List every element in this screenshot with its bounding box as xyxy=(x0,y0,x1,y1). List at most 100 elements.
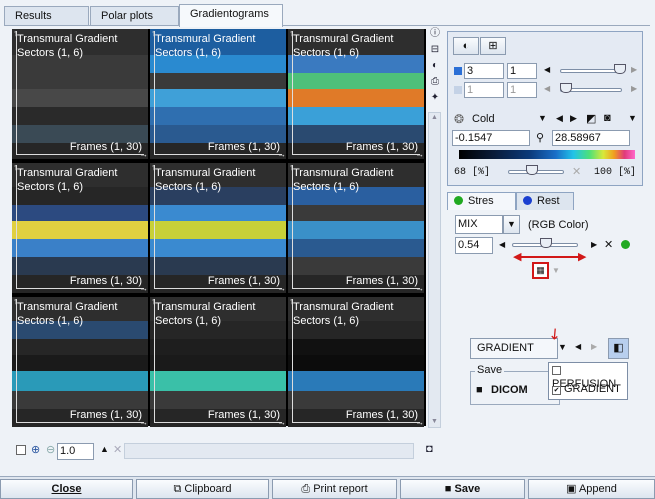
image-toolbar: ⊕ ⊖ 1.0 ▲ ✕ ◘ xyxy=(12,442,442,460)
colormap-prev-icon[interactable]: ◀ xyxy=(556,113,563,124)
tab-results-table[interactable]: Results table xyxy=(4,6,89,40)
gradientogram-cell[interactable]: ↑ → Transmural Gradient Sectors (1, 6) Fram… xyxy=(12,29,148,159)
close-button[interactable]: Close xyxy=(0,479,133,499)
camera-icon[interactable]: ◘ xyxy=(426,443,433,455)
clipboard-icon: ⧉ xyxy=(173,483,185,495)
colormap-label[interactable]: Cold xyxy=(472,113,495,125)
menu-item-gradient[interactable]: ✔ GRADIENT xyxy=(552,383,621,395)
gradient-checkbox[interactable]: ✔ xyxy=(552,386,561,395)
save-button[interactable]: ■ Save xyxy=(400,479,525,499)
tab-polar-plots[interactable]: Polar plots xyxy=(90,6,179,25)
zoom-field[interactable]: 1.0 xyxy=(57,443,94,460)
action-bar: Close ⧉ Clipboard ⎙ Print report ■ Save … xyxy=(0,476,655,499)
opacity-field[interactable]: 0.54 xyxy=(455,237,493,254)
lock-icon[interactable]: ⚲ xyxy=(536,131,544,144)
row1-slider[interactable] xyxy=(560,69,622,73)
perfusion-checkbox[interactable] xyxy=(552,366,561,375)
scroll-up-icon[interactable]: ▲ xyxy=(430,114,439,122)
contrast-icon[interactable]: ◐ xyxy=(429,60,441,72)
row1-slider-thumb[interactable] xyxy=(614,64,626,74)
clipboard-button[interactable]: ⧉ Clipboard xyxy=(136,479,269,499)
gradientogram-cell[interactable]: ↑ → Transmural Gradient Sectors (1, 6) Fram… xyxy=(288,29,424,159)
append-button[interactable]: ▣ Append xyxy=(528,479,655,499)
gradientogram-cell[interactable]: ↑ → Transmural Gradient Sectors (1, 6) Fram… xyxy=(12,163,148,293)
printer-icon: ⎙ xyxy=(301,483,314,495)
reset-opacity-icon[interactable]: ✕ xyxy=(604,238,613,251)
tab-rest[interactable]: Rest xyxy=(516,192,574,210)
min-value-field[interactable]: -0.1547 xyxy=(452,130,530,146)
camera-settings-icon[interactable]: ◙ xyxy=(604,112,611,124)
reset-icon[interactable]: ✕ xyxy=(572,165,581,178)
row2-right-arrow-icon[interactable]: ▶ xyxy=(631,84,637,93)
row2-slider-thumb[interactable] xyxy=(560,83,572,93)
invert-icon[interactable]: ◩ xyxy=(586,112,596,125)
stress-label: Stres xyxy=(468,195,494,207)
output-prev-icon[interactable]: ◀ xyxy=(575,342,581,351)
select-checkbox[interactable] xyxy=(16,445,26,455)
contrast-tab-icon[interactable]: ◐ xyxy=(453,37,479,55)
pin-icon[interactable]: ✦ xyxy=(429,92,441,104)
gradient-band xyxy=(150,107,286,125)
print-report-button[interactable]: ⎙ Print report xyxy=(272,479,397,499)
output-config-icon[interactable]: ◧ xyxy=(608,338,629,359)
cell-frames-label: Frames (1, 30) xyxy=(207,275,280,287)
row1-right-arrow-icon[interactable]: ▶ xyxy=(631,65,637,74)
color-mode-select[interactable]: MIX xyxy=(455,215,503,234)
cell-frames-label: Frames (1, 30) xyxy=(345,275,418,287)
row2-field-a[interactable]: 1 xyxy=(464,82,504,98)
cell-frames-label: Frames (1, 30) xyxy=(345,141,418,153)
gradientogram-cell[interactable]: ↑ → Transmural Gradient Sectors (1, 6) Fram… xyxy=(150,29,286,159)
tab-stress[interactable]: Stres xyxy=(447,192,516,210)
row1-field-b[interactable]: 1 xyxy=(507,63,537,79)
output-type-select[interactable]: GRADIENT xyxy=(470,338,558,359)
output-next-icon[interactable]: ▶ xyxy=(591,342,597,351)
save-group: Save ■ DICOM xyxy=(470,364,560,405)
disk-icon: ■ xyxy=(476,384,483,396)
zoom-in-icon[interactable]: ⊕ xyxy=(31,443,40,456)
color-mode-dropdown-icon[interactable]: ▼ xyxy=(503,215,520,234)
blend-dropdown-icon[interactable]: ▼ xyxy=(552,266,560,275)
rest-label: Rest xyxy=(537,195,560,207)
gradient-band xyxy=(150,221,286,239)
upper-percent: 100 [%] xyxy=(594,167,637,178)
row2-left-arrow-icon[interactable]: ◀ xyxy=(544,84,550,93)
opacity-left-icon[interactable]: ◀ xyxy=(499,240,505,249)
x-axis xyxy=(154,154,282,155)
tab-gradientograms[interactable]: Gradientograms xyxy=(179,4,283,27)
cell-title: Transmural Gradient Sectors (1, 6) xyxy=(293,167,394,193)
horizontal-scrollbar[interactable] xyxy=(124,443,414,459)
threshold-thumb[interactable] xyxy=(526,165,538,175)
rest-dot-icon xyxy=(523,196,532,205)
print-icon[interactable]: ⎙ xyxy=(429,76,441,88)
zoom-out-icon[interactable]: ⊖ xyxy=(46,443,55,456)
gradientogram-cell[interactable]: ↑ → Transmural Gradient Sectors (1, 6) Fram… xyxy=(150,163,286,293)
grid-tab-icon[interactable]: ⊞ xyxy=(480,37,506,55)
gradientogram-cell[interactable]: ↑ → Transmural Gradient Sectors (1, 6) Fram… xyxy=(12,297,148,427)
gradient-band xyxy=(12,257,148,275)
colormap-dropdown-icon[interactable]: ▼ xyxy=(538,113,547,123)
clear-icon[interactable]: ✕ xyxy=(113,443,122,456)
options-dropdown-icon[interactable]: ▼ xyxy=(628,113,637,123)
gradient-band xyxy=(150,257,286,275)
blend-mode-icon[interactable]: ▦ xyxy=(532,262,549,279)
gradientogram-cell[interactable]: ↑ → Transmural Gradient Sectors (1, 6) Fram… xyxy=(288,297,424,427)
cell-title: Transmural Gradient Sectors (1, 6) xyxy=(17,167,118,193)
zoom-up-icon[interactable]: ▲ xyxy=(100,444,109,454)
gradientogram-cell[interactable]: ↑ → Transmural Gradient Sectors (1, 6) Fram… xyxy=(150,297,286,427)
layout-icon[interactable]: ⊟ xyxy=(429,44,441,56)
vertical-scrollbar[interactable]: ▲ ▼ xyxy=(428,112,441,428)
cell-title: Transmural Gradient Sectors (1, 6) xyxy=(293,33,394,59)
row1-field-a[interactable]: 3 xyxy=(464,63,504,79)
opacity-thumb[interactable] xyxy=(540,238,552,248)
lower-percent: 68 [%] xyxy=(454,167,491,178)
dicom-label[interactable]: DICOM xyxy=(491,384,528,396)
gradientogram-cell[interactable]: ↑ → Transmural Gradient Sectors (1, 6) Fram… xyxy=(288,163,424,293)
colormap-next-icon[interactable]: ▶ xyxy=(570,113,577,124)
max-value-field[interactable]: 28.58967 xyxy=(552,130,630,146)
row2-field-b[interactable]: 1 xyxy=(507,82,537,98)
info-icon[interactable]: ⓘ xyxy=(429,28,441,40)
scroll-down-icon[interactable]: ▼ xyxy=(430,418,439,426)
opacity-right-icon[interactable]: ▶ xyxy=(591,240,597,249)
cell-frames-label: Frames (1, 30) xyxy=(69,141,142,153)
row1-left-arrow-icon[interactable]: ◀ xyxy=(544,65,550,74)
